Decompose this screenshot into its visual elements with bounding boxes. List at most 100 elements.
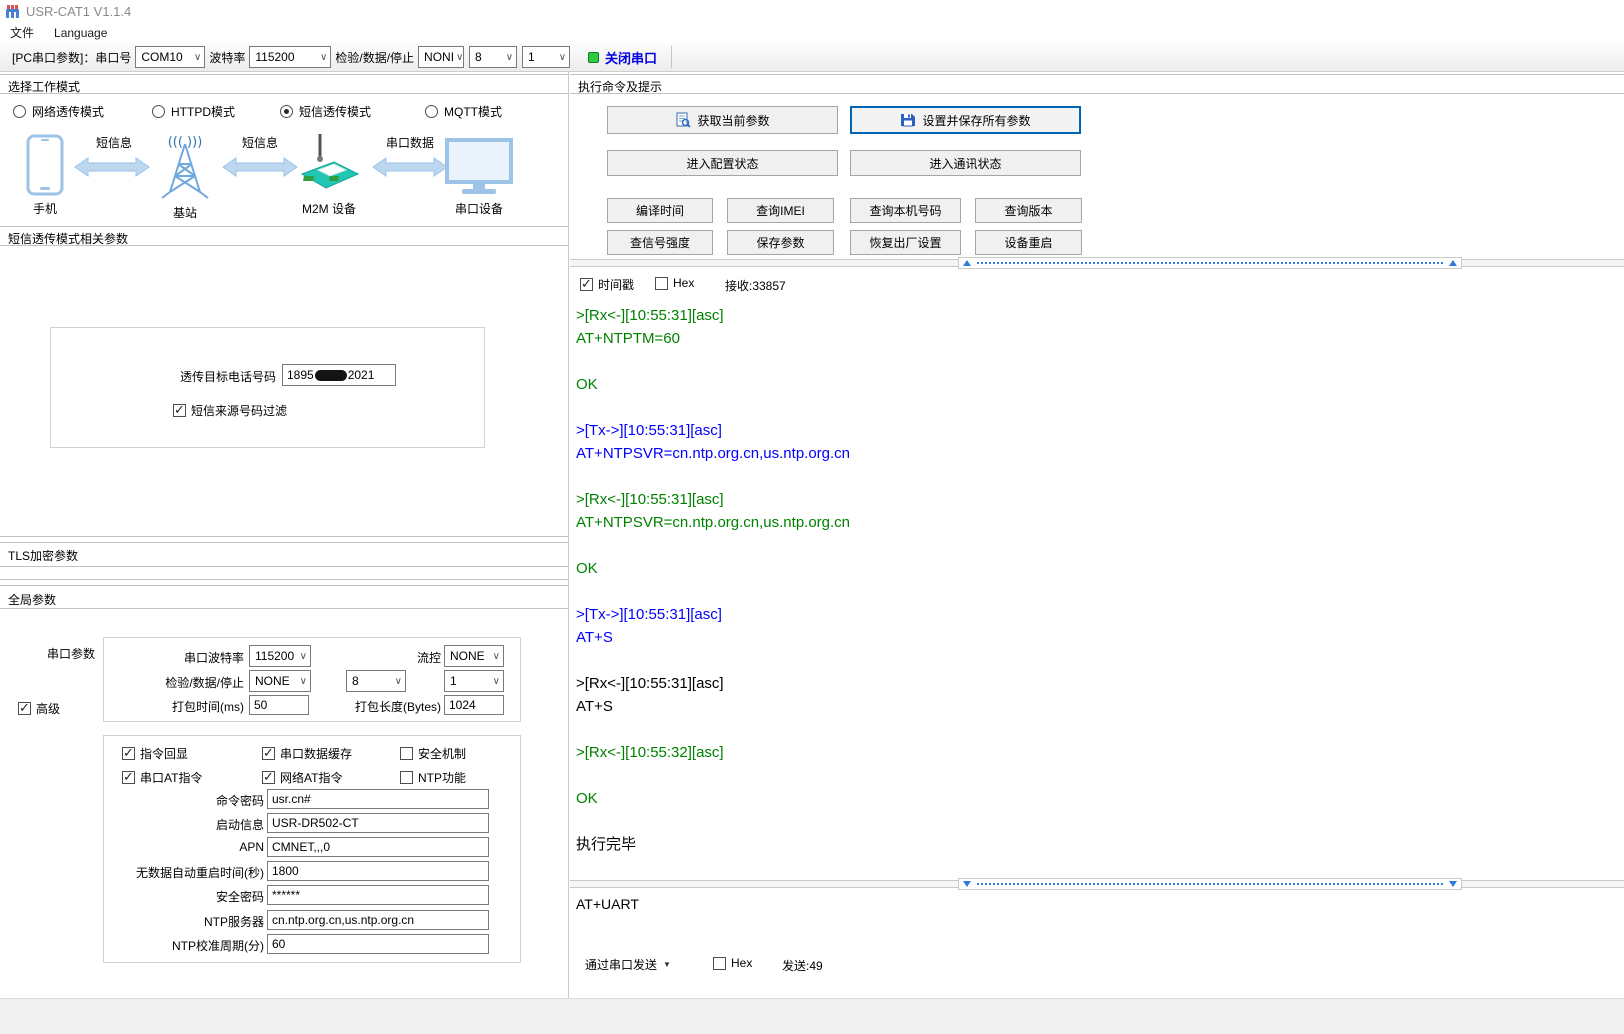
log-line: >[Rx<-][10:55:32][asc]: [576, 741, 1624, 764]
chevron-down-icon: ∨: [493, 651, 500, 662]
g-packlen-input[interactable]: 1024: [444, 695, 504, 715]
title-bar: USR-CAT1 V1.1.4: [0, 0, 1624, 22]
apn-input[interactable]: CMNET,,,0: [267, 837, 489, 857]
send-splitter-handle[interactable]: [958, 878, 1462, 890]
cmd-password-input[interactable]: usr.cn#: [267, 789, 489, 809]
tls-section-title: TLS加密参数: [8, 547, 78, 564]
chevron-down-icon: ∨: [320, 52, 327, 63]
opt-ntp-checkbox[interactable]: NTP功能: [400, 769, 466, 786]
save-params-button[interactable]: 保存参数: [727, 230, 834, 255]
query-phone-number-button[interactable]: 查询本机号码: [850, 198, 961, 223]
log-line: [576, 465, 1624, 488]
phone-number-input[interactable]: 18952021: [282, 364, 396, 386]
menu-language[interactable]: Language: [44, 24, 117, 42]
compile-time-button[interactable]: 编译时间: [607, 198, 713, 223]
g-parity-select[interactable]: NONE∨: [249, 670, 311, 692]
opt-serial-cache-checkbox[interactable]: 串口数据缓存: [262, 745, 352, 762]
log-line: [576, 580, 1624, 603]
chevron-down-icon: ∨: [300, 651, 307, 662]
log-line: >[Tx->][10:55:31][asc]: [576, 603, 1624, 626]
get-params-button[interactable]: 获取当前参数: [607, 106, 838, 134]
ntp-server-label: NTP服务器: [104, 913, 264, 930]
query-signal-button[interactable]: 查信号强度: [607, 230, 713, 255]
close-port-button[interactable]: 关闭串口: [605, 48, 657, 67]
send-via-serial-button[interactable]: 通过串口发送 ▼: [585, 956, 671, 973]
m2m-device-icon: [298, 132, 362, 196]
log-line: OK: [576, 557, 1624, 580]
log-line: [576, 764, 1624, 787]
boot-info-input[interactable]: USR-DR502-CT: [267, 813, 489, 833]
ntp-period-input[interactable]: 60: [267, 934, 489, 954]
g-databits-select[interactable]: 8∨: [346, 670, 406, 692]
recv-hex-checkbox[interactable]: Hex: [655, 276, 694, 290]
opt-security-checkbox[interactable]: 安全机制: [400, 745, 466, 762]
sent-counter: 发送:49: [782, 957, 823, 974]
mode-radio-network[interactable]: 网络透传模式: [13, 103, 104, 120]
baud-select[interactable]: 115200∨: [249, 46, 331, 68]
menu-file[interactable]: 文件: [0, 22, 44, 43]
chevron-down-icon: ∨: [493, 676, 500, 687]
log-line: AT+NTPSVR=cn.ntp.org.cn,us.ntp.org.cn: [576, 442, 1624, 465]
mode-diagram: 手机 短信息 ((( ))) 基站 短信息: [0, 128, 568, 224]
serial-params-label: 串口参数: [47, 645, 95, 662]
mode-radio-mqtt[interactable]: MQTT模式: [425, 103, 502, 120]
splitter-arrow-icon: [1449, 260, 1457, 266]
log-line: 执行完毕: [576, 833, 1624, 856]
g-baud-select[interactable]: 115200∨: [249, 645, 311, 667]
apn-label: APN: [104, 840, 264, 854]
security-password-input[interactable]: ******: [267, 885, 489, 905]
g-packtime-input[interactable]: 50: [249, 695, 309, 715]
app-icon: [5, 4, 20, 19]
com-port-select[interactable]: COM10∨: [135, 46, 205, 68]
databits-select[interactable]: 8∨: [469, 46, 517, 68]
opt-serial-at-checkbox[interactable]: 串口AT指令: [122, 769, 202, 786]
log-line: [576, 396, 1624, 419]
panel-divider: [568, 72, 569, 998]
g-baud-label: 串口波特率: [104, 649, 244, 666]
send-hex-checkbox[interactable]: Hex: [713, 956, 752, 970]
g-flow-select[interactable]: NONE∨: [444, 645, 504, 667]
doc-search-icon: [675, 112, 691, 128]
auto-restart-input[interactable]: 1800: [267, 861, 489, 881]
recv-counter: 接收:33857: [725, 277, 786, 294]
query-version-button[interactable]: 查询版本: [975, 198, 1082, 223]
g-stopbits-select[interactable]: 1∨: [444, 670, 504, 692]
phone-icon: [26, 134, 64, 196]
serial-params-box: 串口波特率 115200∨ 流控 NONE∨ 检验/数据/停止 NONE∨ 8∨…: [103, 637, 521, 722]
mode-radio-sms[interactable]: 短信透传模式: [280, 103, 371, 120]
advanced-checkbox[interactable]: 高级: [18, 700, 60, 717]
opt-echo-checkbox[interactable]: 指令回显: [122, 745, 188, 762]
factory-reset-button[interactable]: 恢复出厂设置: [850, 230, 961, 255]
timestamp-checkbox[interactable]: 时间戳: [580, 276, 634, 293]
double-arrow-icon: [372, 156, 448, 178]
serial-device-label: 串口设备: [444, 200, 514, 217]
mode-radio-httpd[interactable]: HTTPD模式: [152, 103, 235, 120]
query-imei-button[interactable]: 查询IMEI: [727, 198, 834, 223]
m2m-label: M2M 设备: [286, 200, 372, 217]
log-output[interactable]: >[Rx<-][10:55:31][asc] AT+NTPTM=60 OK >[…: [570, 296, 1624, 872]
link2-label: 短信息: [228, 134, 292, 151]
log-line: [576, 649, 1624, 672]
splitter-arrow-icon: [963, 260, 971, 266]
opt-net-at-checkbox[interactable]: 网络AT指令: [262, 769, 342, 786]
splitter-arrow-icon: [1449, 881, 1457, 887]
send-input[interactable]: AT+UART: [570, 890, 1624, 952]
log-line: >[Rx<-][10:55:31][asc]: [576, 672, 1624, 695]
ntp-server-input[interactable]: cn.ntp.org.cn,us.ntp.org.cn: [267, 910, 489, 930]
stopbits-select[interactable]: 1∨: [522, 46, 570, 68]
log-line: AT+NTPTM=60: [576, 327, 1624, 350]
log-line: OK: [576, 373, 1624, 396]
sms-params-box: 透传目标电话号码 18952021 短信来源号码过滤: [50, 327, 485, 448]
enter-comm-button[interactable]: 进入通讯状态: [850, 150, 1081, 176]
set-save-params-button[interactable]: 设置并保存所有参数: [850, 106, 1081, 134]
sms-source-filter-checkbox[interactable]: 短信来源号码过滤: [173, 402, 287, 419]
device-restart-button[interactable]: 设备重启: [975, 230, 1082, 255]
chevron-down-icon: ∨: [506, 52, 513, 63]
ntp-period-label: NTP校准周期(分): [104, 937, 264, 954]
enter-config-button[interactable]: 进入配置状态: [607, 150, 838, 176]
serial-toolbar: [PC串口参数]：串口号 COM10∨ 波特率 115200∨ 检验/数据/停止…: [0, 43, 1624, 72]
parity-select[interactable]: NONI∨: [418, 46, 464, 68]
log-splitter-handle[interactable]: [958, 257, 1462, 269]
log-line: AT+NTPSVR=cn.ntp.org.cn,us.ntp.org.cn: [576, 511, 1624, 534]
chevron-down-icon: ∨: [300, 676, 307, 687]
